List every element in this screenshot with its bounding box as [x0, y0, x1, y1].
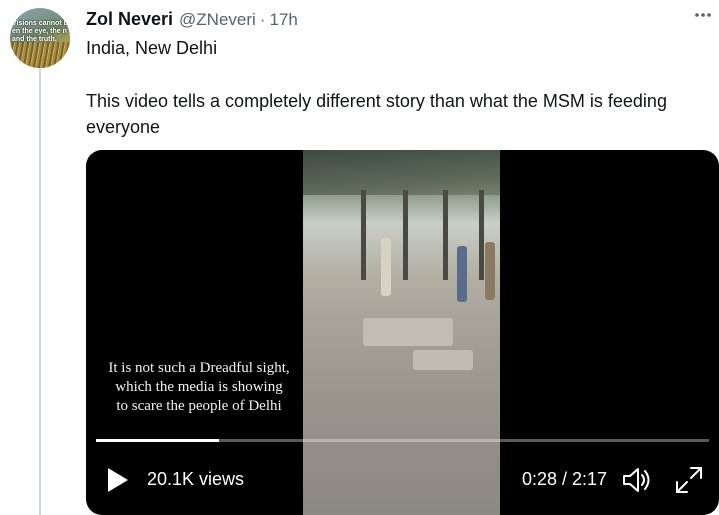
progress-fill — [96, 439, 219, 442]
video-caption: It is not such a Dreadful sight, which t… — [86, 359, 312, 416]
person-figure — [485, 242, 495, 300]
avatar-text-line: and the truth. — [12, 36, 57, 43]
display-name[interactable]: Zol Neveri — [86, 9, 173, 30]
tweet-timestamp[interactable]: 17h — [269, 10, 297, 30]
volume-icon[interactable] — [621, 464, 653, 496]
thread-line — [39, 68, 41, 515]
video-timecode: 0:28 / 2:17 — [522, 469, 608, 489]
shelter-pillar — [479, 190, 484, 280]
shelter-pillar — [361, 190, 366, 280]
caption-line: to scare the people of Delhi — [116, 398, 282, 414]
floor-debris — [413, 350, 473, 370]
shelter-pillar — [403, 190, 408, 280]
fullscreen-icon[interactable] — [674, 465, 704, 495]
avatar-text-line: en the eye, the n — [12, 28, 67, 35]
shelter-pillar — [443, 190, 448, 280]
shelter-roof — [303, 150, 500, 195]
play-icon[interactable] — [106, 466, 130, 494]
avatar-text: Visions cannot be en the eye, the n and … — [12, 20, 70, 44]
more-horizontal-icon[interactable] — [694, 6, 712, 30]
video-controls: 20.1K views 0:28 / 2:17 — [86, 460, 719, 500]
person-figure — [457, 246, 467, 302]
progress-bar[interactable] — [96, 439, 709, 442]
tweet-location-text: India, New Delhi — [86, 38, 218, 58]
view-count: 20.1K views — [147, 469, 245, 489]
avatar[interactable]: Visions cannot be en the eye, the n and … — [10, 8, 70, 68]
separator-dot: · — [259, 10, 266, 29]
avatar-text-line: Visions cannot be — [12, 20, 70, 27]
floor-debris — [363, 318, 453, 346]
tweet-header: Zol Neveri @ZNeveri · 17h — [86, 9, 298, 31]
video-player[interactable]: It is not such a Dreadful sight, which t… — [86, 150, 719, 515]
tweet-text: This video tells a completely different … — [86, 91, 667, 137]
caption-line: which the media is showing — [115, 379, 283, 395]
caption-line: It is not such a Dreadful sight, — [108, 360, 290, 376]
person-figure — [381, 238, 391, 296]
avatar-background — [10, 42, 70, 68]
user-handle[interactable]: @ZNeveri — [179, 10, 256, 30]
